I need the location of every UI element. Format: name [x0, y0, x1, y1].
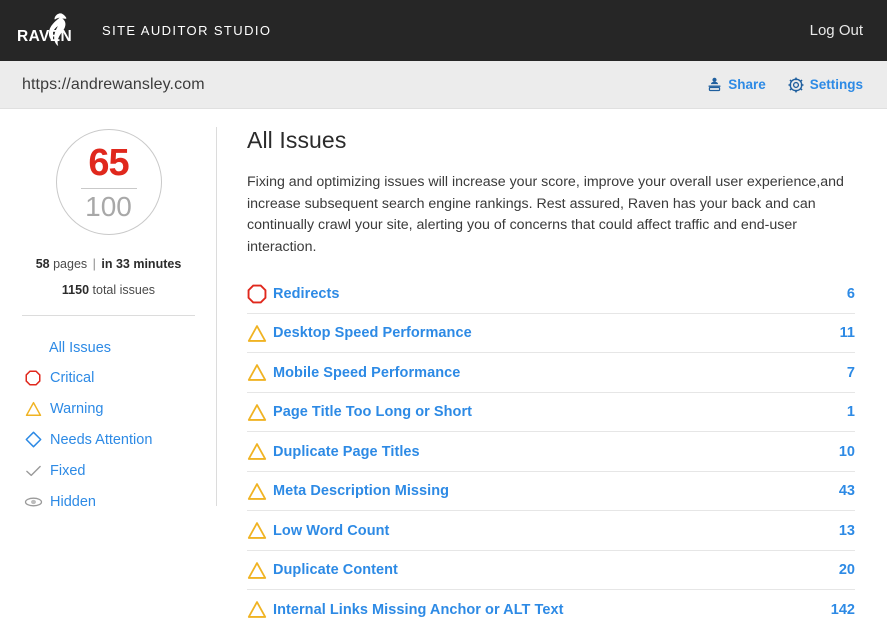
- octagon-icon: [22, 370, 44, 386]
- main-panel: All Issues Fixing and optimizing issues …: [217, 109, 887, 625]
- triangle-icon: [247, 363, 273, 382]
- sidebar-item-label: Fixed: [50, 463, 85, 479]
- sidebar-item-label: Hidden: [50, 494, 96, 510]
- issue-label: Duplicate Content: [273, 562, 398, 578]
- sidebar-item-all-issues[interactable]: All Issues: [49, 334, 217, 362]
- sidebar-item-needs-attention[interactable]: Needs Attention: [50, 424, 217, 455]
- page-title: All Issues: [247, 127, 855, 154]
- score-circle: 65 100: [56, 129, 162, 235]
- crawl-meta-line-2: 1150 total issues: [0, 283, 217, 297]
- issue-label: Desktop Speed Performance: [273, 325, 472, 341]
- issue-label: Internal Links Missing Anchor or ALT Tex…: [273, 602, 563, 618]
- sidebar-item-label: Warning: [50, 401, 103, 417]
- page-content: 65 100 58 pages | in 33 minutes 1150 tot…: [0, 109, 887, 625]
- issue-label: Redirects: [273, 286, 340, 302]
- settings-button[interactable]: Settings: [788, 77, 863, 93]
- sidebar: 65 100 58 pages | in 33 minutes 1150 tot…: [0, 109, 217, 625]
- issue-count: 13: [839, 523, 855, 539]
- diamond-icon: [22, 431, 44, 448]
- issue-row[interactable]: Mobile Speed Performance 7: [247, 353, 855, 393]
- sidebar-item-label: Critical: [50, 370, 94, 386]
- issue-row[interactable]: Internal Links Missing Anchor or ALT Tex…: [247, 590, 855, 625]
- issue-row[interactable]: Meta Description Missing 43: [247, 472, 855, 512]
- share-button[interactable]: Share: [707, 77, 766, 92]
- total-issues-word: total issues: [93, 283, 156, 297]
- sidebar-item-warning[interactable]: Warning: [50, 393, 217, 424]
- brand: RAVEN SITE AUDITOR STUDIO: [16, 11, 271, 51]
- issue-count: 6: [847, 286, 855, 302]
- pages-count: 58: [36, 257, 50, 271]
- triangle-icon: [247, 521, 273, 540]
- issue-row[interactable]: Redirects 6: [247, 274, 855, 314]
- eye-icon: [22, 496, 44, 508]
- issue-label: Meta Description Missing: [273, 483, 449, 499]
- url-action-bar: https://andrewansley.com Share: [0, 61, 887, 109]
- issue-count: 10: [839, 444, 855, 460]
- sidebar-item-critical[interactable]: Critical: [50, 362, 217, 393]
- issue-row[interactable]: Desktop Speed Performance 11: [247, 314, 855, 354]
- share-icon: [707, 77, 722, 92]
- intro-paragraph: Fixing and optimizing issues will increa…: [247, 172, 847, 258]
- total-issues-count: 1150: [62, 283, 89, 297]
- logout-link[interactable]: Log Out: [810, 22, 863, 39]
- gear-icon: [788, 77, 804, 93]
- score-widget: 65 100: [0, 129, 217, 235]
- triangle-icon: [247, 442, 273, 461]
- issue-label: Low Word Count: [273, 523, 389, 539]
- settings-label: Settings: [810, 77, 863, 92]
- issue-count: 11: [840, 325, 855, 341]
- sidebar-filter-nav: All Issues Critical Warning: [0, 334, 217, 517]
- issue-count: 43: [839, 483, 855, 499]
- issue-count: 142: [831, 602, 855, 618]
- svg-text:RAVEN: RAVEN: [17, 28, 72, 45]
- issue-count: 20: [839, 562, 855, 578]
- issue-row[interactable]: Duplicate Page Titles 10: [247, 432, 855, 472]
- triangle-icon: [22, 401, 44, 417]
- urlbar-actions: Share: [707, 77, 863, 93]
- check-icon: [22, 464, 44, 478]
- octagon-icon: [247, 284, 273, 304]
- topbar-right: Log Out: [810, 22, 863, 40]
- triangle-icon: [247, 600, 273, 619]
- triangle-icon: [247, 482, 273, 501]
- issue-row[interactable]: Low Word Count 13: [247, 511, 855, 551]
- triangle-icon: [247, 403, 273, 422]
- issues-list: Redirects 6 Desktop Speed Performance 11: [247, 274, 855, 625]
- triangle-icon: [247, 324, 273, 343]
- score-divider: [81, 188, 137, 189]
- issue-row[interactable]: Duplicate Content 20: [247, 551, 855, 591]
- issue-count: 1: [847, 404, 855, 420]
- crawl-meta-line-1: 58 pages | in 33 minutes: [0, 257, 217, 271]
- sidebar-item-label: Needs Attention: [50, 432, 152, 448]
- top-navigation-bar: RAVEN SITE AUDITOR STUDIO Log Out: [0, 0, 887, 61]
- score-value: 65: [88, 144, 128, 182]
- crawl-meta: 58 pages | in 33 minutes 1150 total issu…: [0, 257, 217, 297]
- sidebar-item-fixed[interactable]: Fixed: [50, 455, 217, 486]
- share-label: Share: [728, 77, 766, 92]
- brand-title: SITE AUDITOR STUDIO: [102, 23, 271, 38]
- issue-label: Mobile Speed Performance: [273, 365, 460, 381]
- sidebar-item-hidden[interactable]: Hidden: [50, 486, 217, 517]
- pages-word: pages: [53, 257, 87, 271]
- triangle-icon: [247, 561, 273, 580]
- score-max: 100: [85, 193, 132, 221]
- issue-label: Page Title Too Long or Short: [273, 404, 472, 420]
- sidebar-divider: [22, 315, 195, 316]
- issue-row[interactable]: Page Title Too Long or Short 1: [247, 393, 855, 433]
- issue-label: Duplicate Page Titles: [273, 444, 420, 460]
- issue-count: 7: [847, 365, 855, 381]
- site-url: https://andrewansley.com: [22, 76, 205, 94]
- raven-logo-icon[interactable]: RAVEN: [16, 11, 78, 51]
- meta-separator: |: [91, 257, 98, 271]
- crawl-duration: in 33 minutes: [101, 257, 181, 271]
